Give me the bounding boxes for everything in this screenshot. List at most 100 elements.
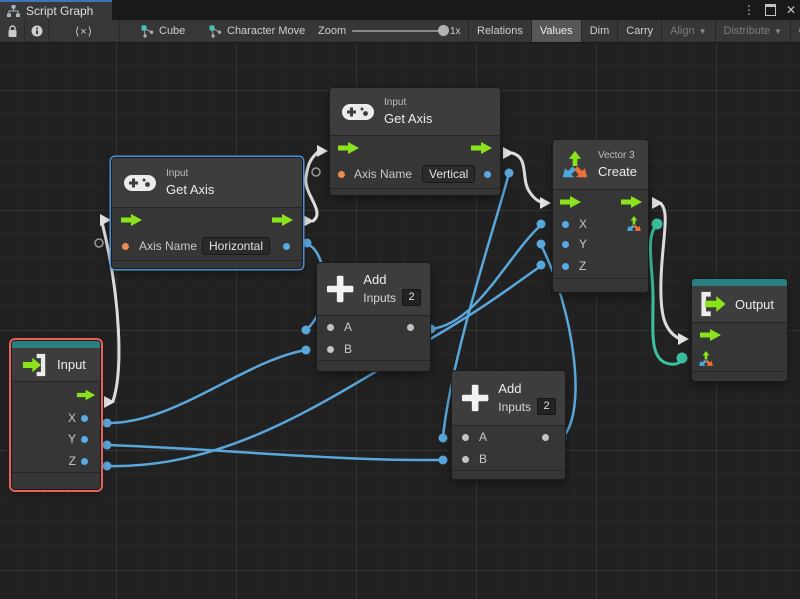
port-label-y: Y <box>579 237 587 251</box>
flow-out-port[interactable] <box>76 389 96 402</box>
carry-button[interactable]: Carry <box>617 20 661 42</box>
lock-icon <box>7 25 18 38</box>
flow-out-port[interactable] <box>271 213 294 227</box>
node-title: Create <box>598 164 637 179</box>
lock-button[interactable] <box>0 20 24 42</box>
unity-visual-scripting-window: Input Get Axis Axis Name Vertical Input <box>0 0 800 599</box>
window-menu-icon[interactable]: ⋮ <box>743 3 755 17</box>
close-icon[interactable]: ✕ <box>786 3 796 17</box>
port-label-b: B <box>479 452 487 466</box>
flow-out-port[interactable] <box>620 195 643 209</box>
axis-name-field[interactable]: Vertical <box>422 165 475 183</box>
flow-in-port[interactable] <box>699 328 722 342</box>
add-icon <box>326 274 354 304</box>
chevron-down-icon: ▼ <box>699 27 707 36</box>
add-icon <box>461 383 489 413</box>
graph-toolbar: ⟨×⟩ Cube Character Move Zoom 1x Relation… <box>0 20 800 43</box>
relations-button[interactable]: Relations <box>468 20 531 42</box>
flow-in-port[interactable] <box>337 141 360 155</box>
string-in-port[interactable] <box>122 243 129 250</box>
string-in-port[interactable] <box>338 171 345 178</box>
port-label-x: X <box>579 217 587 231</box>
input-a-port[interactable] <box>327 324 334 331</box>
node-title: Add <box>363 272 421 287</box>
flow-in-port[interactable] <box>559 195 582 209</box>
port-label-a: A <box>479 430 487 444</box>
tab-script-graph[interactable]: Script Graph <box>0 0 112 20</box>
port-label-a: A <box>344 320 352 334</box>
zoom-slider-track[interactable] <box>352 30 442 32</box>
code-view-icon: ⟨×⟩ <box>75 25 93 38</box>
distribute-dropdown[interactable]: Distribute▼ <box>715 20 790 42</box>
event-color-bar <box>692 279 787 286</box>
value-out-port[interactable] <box>484 171 491 178</box>
inputs-count-field[interactable]: 2 <box>402 289 421 306</box>
flow-out-port[interactable] <box>470 141 493 155</box>
vector3-in-port[interactable] <box>697 350 715 368</box>
inputs-label: Inputs <box>363 291 396 305</box>
graph-asset-icon <box>209 25 222 38</box>
tab-bar: Script Graph ⋮ ✕ <box>0 0 800 20</box>
script-graph-icon <box>7 5 20 17</box>
overview-button[interactable]: Overview <box>790 20 800 42</box>
inputs-count-field[interactable]: 2 <box>537 398 556 415</box>
node-title: Output <box>735 297 774 312</box>
node-add-top[interactable]: Add Inputs 2 A B <box>317 263 430 371</box>
dim-button[interactable]: Dim <box>581 20 618 42</box>
flow-in-port[interactable] <box>120 213 143 227</box>
node-output-event[interactable]: Output <box>692 279 787 381</box>
param-label: Axis Name <box>139 239 197 253</box>
z-out-port[interactable] <box>81 458 88 465</box>
node-title: Get Axis <box>384 111 432 126</box>
graph-tab-character-move[interactable]: Character Move <box>209 20 305 42</box>
result-out-port[interactable] <box>542 434 549 441</box>
vector3-icon <box>559 149 591 181</box>
node-get-axis-vertical[interactable]: Input Get Axis Axis Name Vertical <box>330 88 500 195</box>
node-caption: Input <box>384 97 432 109</box>
info-icon <box>31 25 43 37</box>
input-a-port[interactable] <box>462 434 469 441</box>
z-in-port[interactable] <box>562 263 569 270</box>
view-toggle-group: Relations Values Dim Carry Align▼ Distri… <box>468 20 800 42</box>
input-b-port[interactable] <box>327 346 334 353</box>
gamepad-icon <box>123 172 157 194</box>
vector3-out-port[interactable] <box>625 215 643 233</box>
param-label: Axis Name <box>354 167 412 181</box>
zoom-slider-handle[interactable] <box>438 25 449 36</box>
maximize-icon[interactable] <box>765 4 776 16</box>
graph-asset-icon <box>141 25 154 38</box>
input-icon <box>20 353 49 377</box>
port-label-y: Y <box>68 432 76 446</box>
node-title: Input <box>57 357 86 372</box>
result-out-port[interactable] <box>407 324 414 331</box>
graph-tab-cube[interactable]: Cube <box>141 20 185 42</box>
tab-title: Script Graph <box>26 4 93 18</box>
code-view-button[interactable]: ⟨×⟩ <box>49 20 119 42</box>
event-color-bar <box>12 341 100 348</box>
node-vector3-create[interactable]: Vector 3 Create X Y Z <box>553 140 648 292</box>
node-input-event[interactable]: Input X Y Z <box>12 341 100 489</box>
port-label-x: X <box>68 411 76 425</box>
port-label-z: Z <box>69 454 76 468</box>
x-in-port[interactable] <box>562 221 569 228</box>
y-in-port[interactable] <box>562 241 569 248</box>
graph-tab-label: Character Move <box>227 25 305 37</box>
node-title: Add <box>498 381 556 396</box>
gamepad-icon <box>341 101 375 123</box>
align-dropdown[interactable]: Align▼ <box>661 20 714 42</box>
node-caption: Vector 3 <box>598 150 637 162</box>
node-get-axis-horizontal[interactable]: Input Get Axis Axis Name Horizontal <box>112 158 302 268</box>
graph-tab-label: Cube <box>159 25 185 37</box>
y-out-port[interactable] <box>81 436 88 443</box>
info-button[interactable] <box>25 20 48 42</box>
values-button[interactable]: Values <box>531 20 581 42</box>
x-out-port[interactable] <box>81 415 88 422</box>
node-add-bottom[interactable]: Add Inputs 2 A B <box>452 371 565 479</box>
output-icon <box>698 291 728 317</box>
port-label-z: Z <box>579 259 586 273</box>
inputs-label: Inputs <box>498 400 531 414</box>
input-b-port[interactable] <box>462 456 469 463</box>
node-caption: Input <box>166 168 214 180</box>
axis-name-field[interactable]: Horizontal <box>202 237 270 255</box>
value-out-port[interactable] <box>283 243 290 250</box>
